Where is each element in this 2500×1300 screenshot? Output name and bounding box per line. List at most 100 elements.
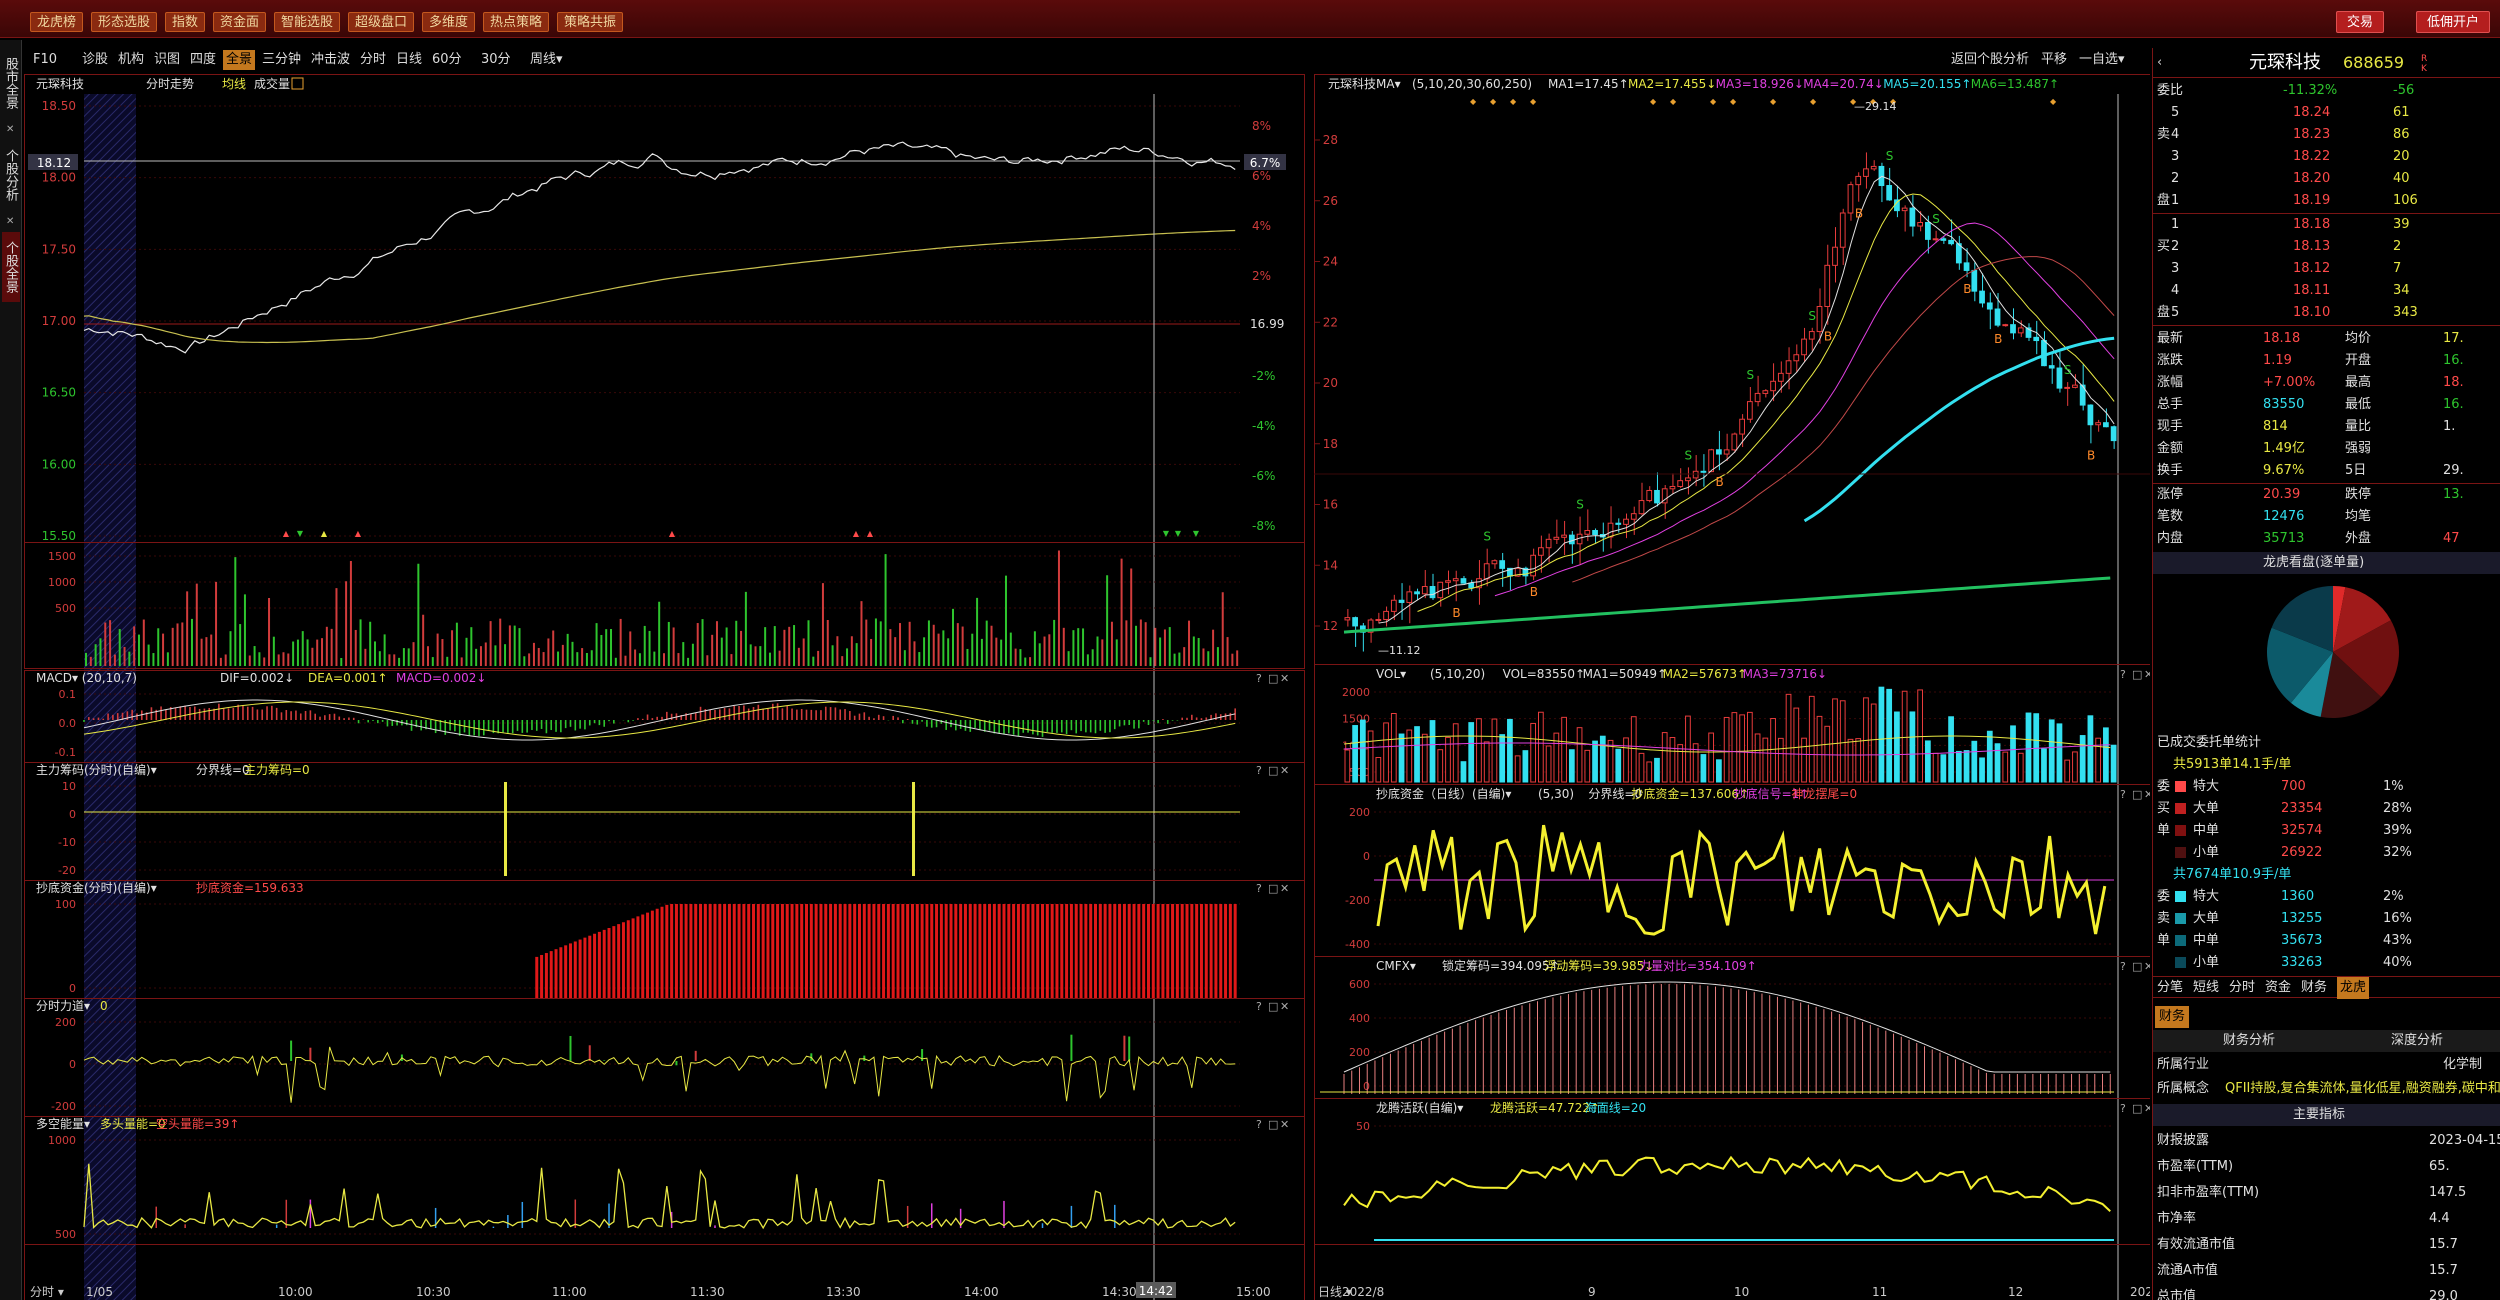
fin-subtab-deep[interactable]: 深度分析 bbox=[2391, 1030, 2443, 1052]
topbar-button-2[interactable]: 指数 bbox=[165, 12, 206, 32]
quote-tab[interactable]: 龙虎 bbox=[2337, 977, 2370, 999]
close-icon[interactable]: ✕ bbox=[6, 216, 14, 227]
help-icon[interactable]: ? bbox=[2120, 1102, 2126, 1115]
sell-order-row: 单 中单 35673 43% bbox=[2153, 930, 2500, 952]
quote-tab[interactable]: 分时 bbox=[2229, 977, 2255, 999]
back-icon[interactable]: ‹ bbox=[2157, 48, 2162, 78]
close-icon[interactable]: ✕ bbox=[2144, 668, 2150, 681]
toolbar-item-1[interactable]: 诊股 bbox=[79, 50, 111, 70]
main-index-title: 主要指标 bbox=[2293, 1107, 2346, 1122]
help-icon[interactable]: ? bbox=[1256, 1000, 1262, 1013]
candle bbox=[2041, 340, 2047, 367]
right-panel-axis-label: -200 bbox=[1345, 894, 1370, 907]
candle bbox=[1445, 580, 1451, 583]
right-panel-value: VOL=83550↑ bbox=[1503, 667, 1585, 681]
maximize-icon[interactable]: □ bbox=[1268, 882, 1278, 895]
intraday-period-selector[interactable]: 分时 ▾ bbox=[30, 1285, 64, 1299]
quote-tab[interactable]: 短线 bbox=[2193, 977, 2219, 999]
toolbar-right-item-1[interactable]: 平移 bbox=[2038, 50, 2070, 70]
close-icon[interactable]: ✕ bbox=[2144, 1102, 2150, 1115]
maximize-icon[interactable]: □ bbox=[1268, 764, 1278, 777]
right-panel-dragon bbox=[1314, 1098, 2150, 1245]
close-icon[interactable]: ✕ bbox=[1280, 882, 1289, 895]
quote-tab[interactable]: 资金 bbox=[2265, 977, 2291, 999]
topbar-button-3[interactable]: 资金面 bbox=[213, 12, 267, 32]
legend-swatch bbox=[2175, 935, 2186, 946]
topbar-button-6[interactable]: 多维度 bbox=[422, 12, 476, 32]
close-icon[interactable]: ✕ bbox=[2144, 960, 2150, 973]
help-icon[interactable]: ? bbox=[1256, 1118, 1262, 1131]
close-icon[interactable]: ✕ bbox=[1280, 764, 1289, 777]
sidebar-tab-stock-analysis[interactable]: 个股分析 bbox=[2, 140, 20, 210]
toolbar-right-item-0[interactable]: 返回个股分析 bbox=[1948, 50, 2032, 70]
stat-value: 12476 bbox=[2263, 509, 2305, 524]
close-icon[interactable]: ✕ bbox=[2144, 788, 2150, 801]
close-icon[interactable]: ✕ bbox=[1280, 672, 1289, 685]
volume-bar bbox=[1870, 703, 1877, 783]
maximize-icon[interactable]: □ bbox=[2132, 668, 2142, 681]
sidebar-tab-market[interactable]: 股市全景 bbox=[2, 48, 20, 118]
volume-bar bbox=[1352, 725, 1358, 783]
fin-tab[interactable]: 财务 bbox=[2155, 1006, 2190, 1028]
close-icon[interactable]: ✕ bbox=[1280, 1118, 1289, 1131]
maximize-icon[interactable]: □ bbox=[2132, 960, 2142, 973]
close-icon[interactable]: ✕ bbox=[1280, 1000, 1289, 1013]
dragon-active-line bbox=[1343, 1155, 2111, 1212]
topbar-button-0[interactable]: 龙虎榜 bbox=[30, 12, 84, 32]
quote-tab[interactable]: 财务 bbox=[2301, 977, 2327, 999]
sell-order-type: 中单 bbox=[2193, 933, 2220, 948]
help-icon[interactable]: ? bbox=[1256, 672, 1262, 685]
maximize-icon[interactable]: □ bbox=[1268, 1000, 1278, 1013]
intraday-mode2: 成交量 bbox=[254, 76, 290, 91]
toolbar-item-5[interactable]: 全景 bbox=[223, 50, 256, 70]
help-icon[interactable]: ? bbox=[1256, 882, 1262, 895]
maximize-icon[interactable]: □ bbox=[1268, 672, 1278, 685]
sidebar-tab-stock-overview[interactable]: 个股全景 bbox=[2, 232, 20, 302]
candle bbox=[1499, 560, 1506, 569]
help-icon[interactable]: ? bbox=[2120, 788, 2126, 801]
buy-total: 共5913单14.1手/单 bbox=[2173, 757, 2292, 772]
volume-bar bbox=[1561, 716, 1567, 783]
sell-price: 18.23 bbox=[2293, 127, 2331, 142]
volume-bar bbox=[1344, 749, 1351, 783]
help-icon[interactable]: ? bbox=[2120, 960, 2126, 973]
toolbar-item-2[interactable]: 机构 bbox=[115, 50, 147, 70]
signal-diamond-icon: ◆ bbox=[1470, 97, 1477, 106]
toolbar-item-11[interactable]: 30分 bbox=[478, 50, 514, 70]
topbar-button-5[interactable]: 超级盘口 bbox=[348, 12, 415, 32]
topbar-button-8[interactable]: 策略共振 bbox=[557, 12, 624, 32]
chip-spike bbox=[504, 782, 507, 876]
maximize-icon[interactable]: □ bbox=[2132, 1102, 2142, 1115]
toolbar-item-6[interactable]: 三分钟 bbox=[259, 50, 304, 70]
signal-diamond-icon: ◆ bbox=[1490, 97, 1497, 106]
daily-period-selector[interactable]: 日线 ▾ bbox=[1318, 1285, 1352, 1299]
toolbar-right-item-2[interactable]: 一自选▾ bbox=[2076, 50, 2128, 70]
maximize-icon[interactable]: □ bbox=[1268, 1118, 1278, 1131]
help-icon[interactable]: ? bbox=[2120, 668, 2126, 681]
left-panel-axis-label: 0 bbox=[69, 982, 76, 995]
toolbar-item-12[interactable]: 周线▾ bbox=[527, 50, 566, 70]
sell-volume: 86 bbox=[2393, 127, 2410, 142]
fin-tab-row: 财务 bbox=[2153, 1006, 2500, 1028]
maximize-icon[interactable]: □ bbox=[2132, 788, 2142, 801]
top-menu-bar: 龙虎榜 形态选股 指数 资金面 智能选股 超级盘口 多维度 热点策略 策略共振 交易 低佣开户 bbox=[0, 0, 2500, 38]
topbar-button-1[interactable]: 形态选股 bbox=[91, 12, 158, 32]
stat-value-2: 16. bbox=[2443, 353, 2464, 368]
topbar-button-7[interactable]: 热点策略 bbox=[483, 12, 550, 32]
volume-bar bbox=[1824, 725, 1831, 783]
topbar-button-4[interactable]: 智能选股 bbox=[274, 12, 341, 32]
toolbar-item-3[interactable]: 识图 bbox=[151, 50, 183, 70]
toolbar-item-9[interactable]: 日线 bbox=[393, 50, 425, 70]
quote-tab[interactable]: 分笔 bbox=[2157, 977, 2183, 999]
topbar-right-button-0[interactable]: 交易 bbox=[2336, 11, 2385, 33]
close-icon[interactable]: ✕ bbox=[6, 124, 14, 135]
toolbar-item-10[interactable]: 60分 bbox=[429, 50, 465, 70]
toolbar-item-4[interactable]: 四度 bbox=[187, 50, 219, 70]
toolbar-item-7[interactable]: 冲击波 bbox=[308, 50, 353, 70]
toolbar-item-0[interactable]: F10 bbox=[30, 50, 60, 70]
toolbar-item-8[interactable]: 分时 bbox=[357, 50, 389, 70]
help-icon[interactable]: ? bbox=[1256, 764, 1262, 777]
dropdown-icon[interactable] bbox=[291, 77, 304, 90]
topbar-right-button-1[interactable]: 低佣开户 bbox=[2416, 11, 2491, 33]
fin-subtab-analysis[interactable]: 财务分析 bbox=[2223, 1030, 2275, 1052]
